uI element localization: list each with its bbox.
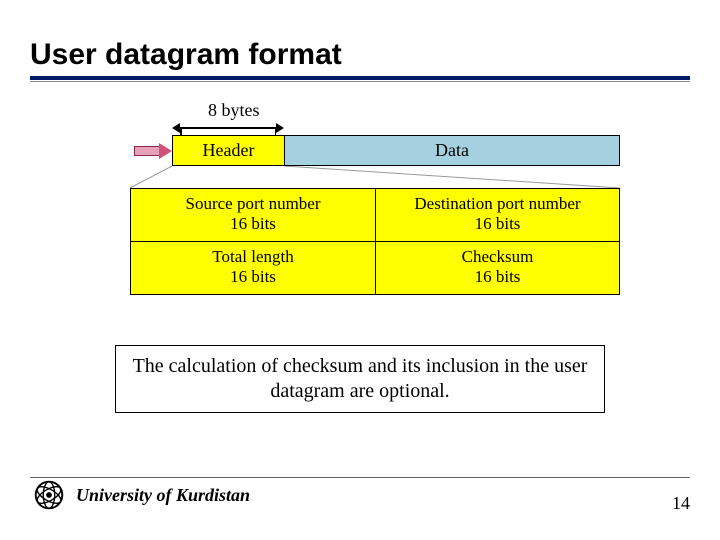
table-row: Source port number 16 bits Destination p…	[131, 189, 619, 241]
title-rule-thin	[30, 81, 690, 82]
page-title: User datagram format	[30, 38, 690, 76]
field-source-port: Source port number 16 bits	[131, 189, 375, 241]
note-box: The calculation of checksum and its incl…	[115, 345, 605, 413]
bytes-bracket	[172, 121, 620, 135]
footer: University of Kurdistan 14	[30, 476, 690, 514]
field-bits: 16 bits	[230, 214, 276, 233]
field-name: Source port number	[185, 194, 320, 213]
field-bits: 16 bits	[230, 267, 276, 286]
field-checksum: Checksum 16 bits	[375, 242, 619, 294]
institution-name: University of Kurdistan	[76, 485, 250, 506]
header-segment: Header	[173, 136, 285, 165]
table-row: Total length 16 bits Checksum 16 bits	[131, 241, 619, 294]
field-total-length: Total length 16 bits	[131, 242, 375, 294]
header-fields-table: Source port number 16 bits Destination p…	[130, 188, 620, 295]
field-bits: 16 bits	[475, 214, 521, 233]
expansion-lines	[130, 166, 620, 188]
field-dest-port: Destination port number 16 bits	[375, 189, 619, 241]
udp-diagram: 8 bytes Header Data Source port number	[100, 100, 620, 295]
packet-row: Header Data	[172, 135, 620, 166]
field-bits: 16 bits	[475, 267, 521, 286]
arrow-right-icon	[134, 143, 172, 159]
university-logo-icon	[30, 476, 68, 514]
title-area: User datagram format	[0, 0, 720, 82]
title-rule	[30, 76, 690, 80]
field-name: Total length	[212, 247, 293, 266]
data-segment: Data	[285, 136, 619, 165]
field-name: Destination port number	[414, 194, 580, 213]
bytes-label: 8 bytes	[208, 100, 620, 121]
field-name: Checksum	[462, 247, 534, 266]
institution: University of Kurdistan	[30, 476, 250, 514]
page-number: 14	[672, 493, 690, 514]
